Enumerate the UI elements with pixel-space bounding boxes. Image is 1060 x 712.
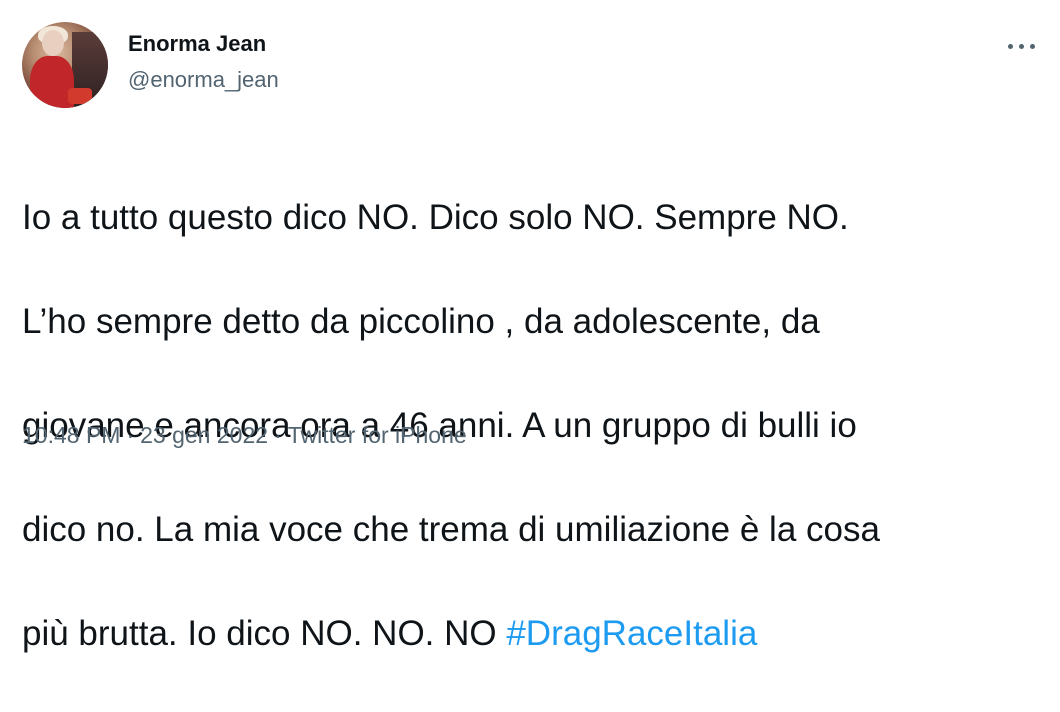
meta-separator: · (274, 422, 282, 448)
author-display-name[interactable]: Enorma Jean (128, 30, 266, 58)
avatar[interactable] (22, 22, 108, 108)
tweet-text-line-last: più brutta. Io dico NO. NO. NO #DragRace… (22, 608, 1042, 660)
meta-separator: · (126, 422, 135, 448)
tweet-time[interactable]: 10:48 PM (22, 422, 120, 448)
avatar-figure-head (42, 30, 64, 56)
author-handle[interactable]: @enorma_jean (128, 66, 279, 94)
tweet-text-fragment: più brutta. Io dico NO. NO. NO (22, 614, 507, 653)
avatar-figure-prop (68, 88, 92, 104)
tweet-date[interactable]: 23 gen 2022 (140, 422, 268, 448)
tweet-source[interactable]: Twitter for iPhone (288, 422, 467, 448)
tweet-text-line: Io a tutto questo dico NO. Dico solo NO.… (22, 198, 849, 237)
more-horizontal-icon (1008, 44, 1013, 49)
tweet-card: Enorma Jean @enorma_jean Io a tutto ques… (0, 0, 1060, 653)
tweet-text-line: L’ho sempre detto da piccolino , da adol… (22, 302, 820, 341)
more-options-button[interactable] (1004, 36, 1040, 56)
more-horizontal-icon-dot (1019, 44, 1024, 49)
hashtag-link[interactable]: #DragRaceItalia (506, 614, 757, 653)
tweet-text-line: dico no. La mia voce che trema di umilia… (22, 510, 880, 549)
tweet-metadata: 10:48 PM · 23 gen 2022 · Twitter for iPhone (22, 420, 467, 450)
more-horizontal-icon-dot (1030, 44, 1035, 49)
